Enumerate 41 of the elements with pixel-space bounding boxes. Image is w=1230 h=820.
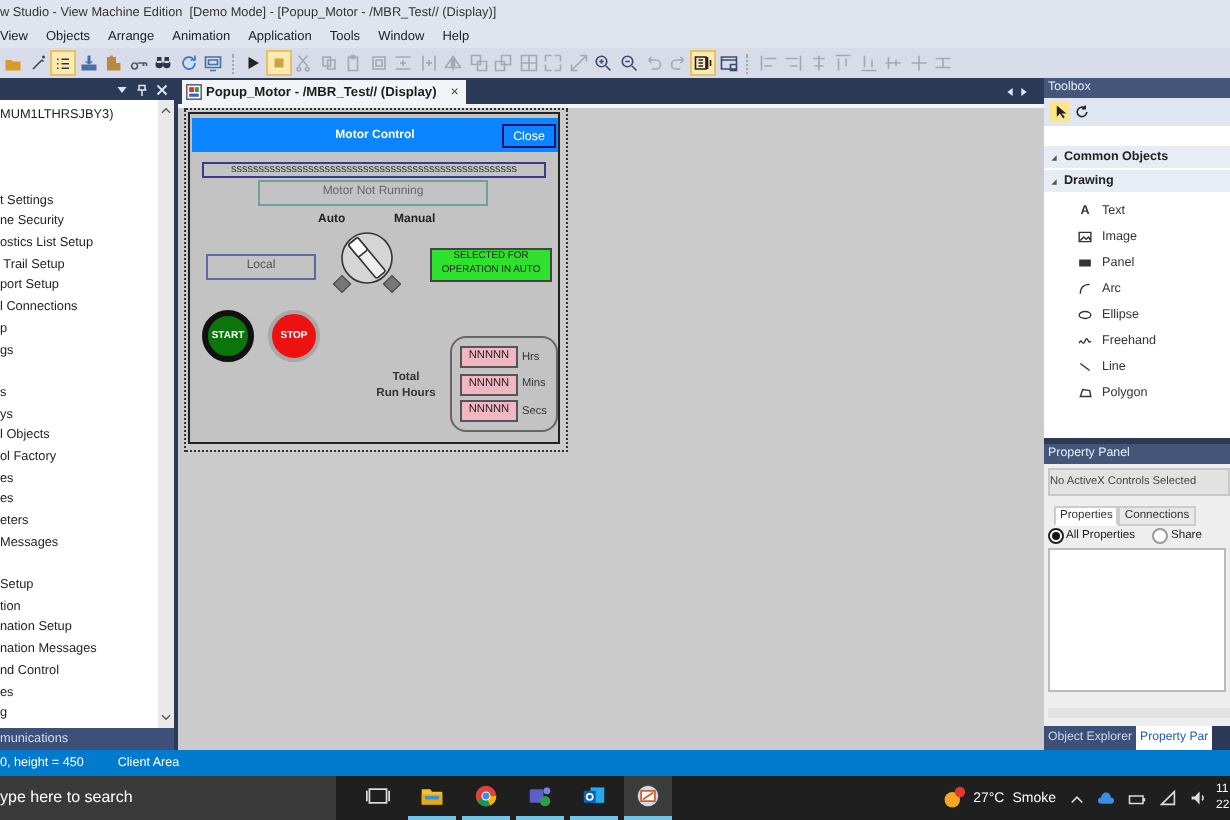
speaker-icon[interactable] (1190, 790, 1206, 806)
monitor-icon[interactable] (624, 776, 672, 820)
scrollbar[interactable] (158, 100, 174, 728)
tag-icon[interactable] (692, 52, 714, 74)
scroll-up-icon[interactable] (160, 106, 172, 114)
zoom-out-icon[interactable] (617, 52, 639, 74)
image-tool-icon (1078, 230, 1092, 244)
radio-button[interactable] (1152, 528, 1169, 544)
close-icon[interactable] (156, 83, 168, 95)
screen-icon[interactable] (202, 52, 224, 74)
pin-icon[interactable] (136, 83, 148, 95)
ellipse-tool-icon (1078, 308, 1092, 322)
import-icon[interactable] (77, 52, 99, 74)
panel-tool-icon (1078, 256, 1092, 270)
zoom-in-icon[interactable] (592, 52, 614, 74)
dropdown-icon[interactable] (116, 83, 128, 95)
selector-switch[interactable] (330, 230, 404, 298)
scroll-right-icon[interactable] (1020, 85, 1028, 97)
cloud-icon[interactable] (1098, 791, 1114, 805)
expander-icon[interactable] (1050, 153, 1058, 161)
clipboard-icon[interactable] (102, 52, 124, 74)
search-field[interactable]: ype here to search (0, 776, 336, 820)
pointer-icon[interactable] (1050, 102, 1070, 122)
arc-tool-icon (1078, 282, 1092, 296)
polygon-tool-icon (1078, 386, 1092, 400)
radio-button[interactable] (1048, 528, 1064, 544)
chevron-up-icon[interactable] (1070, 791, 1084, 805)
display-icon (186, 84, 202, 100)
line-tool-icon (1078, 360, 1092, 374)
battery-icon[interactable] (1128, 791, 1146, 805)
binoculars-icon[interactable] (152, 52, 174, 74)
freehand-tool-icon (1078, 334, 1092, 348)
expander-icon[interactable] (1050, 177, 1058, 185)
sun-icon (941, 786, 966, 810)
wifi-icon[interactable] (1160, 790, 1176, 806)
window-icon[interactable] (717, 52, 739, 74)
rotate-icon[interactable] (1072, 102, 1092, 122)
wand-icon[interactable] (27, 52, 49, 74)
list-icon[interactable] (52, 52, 74, 74)
scroll-down-icon[interactable] (160, 714, 172, 722)
scroll-left-icon[interactable] (1006, 85, 1014, 97)
